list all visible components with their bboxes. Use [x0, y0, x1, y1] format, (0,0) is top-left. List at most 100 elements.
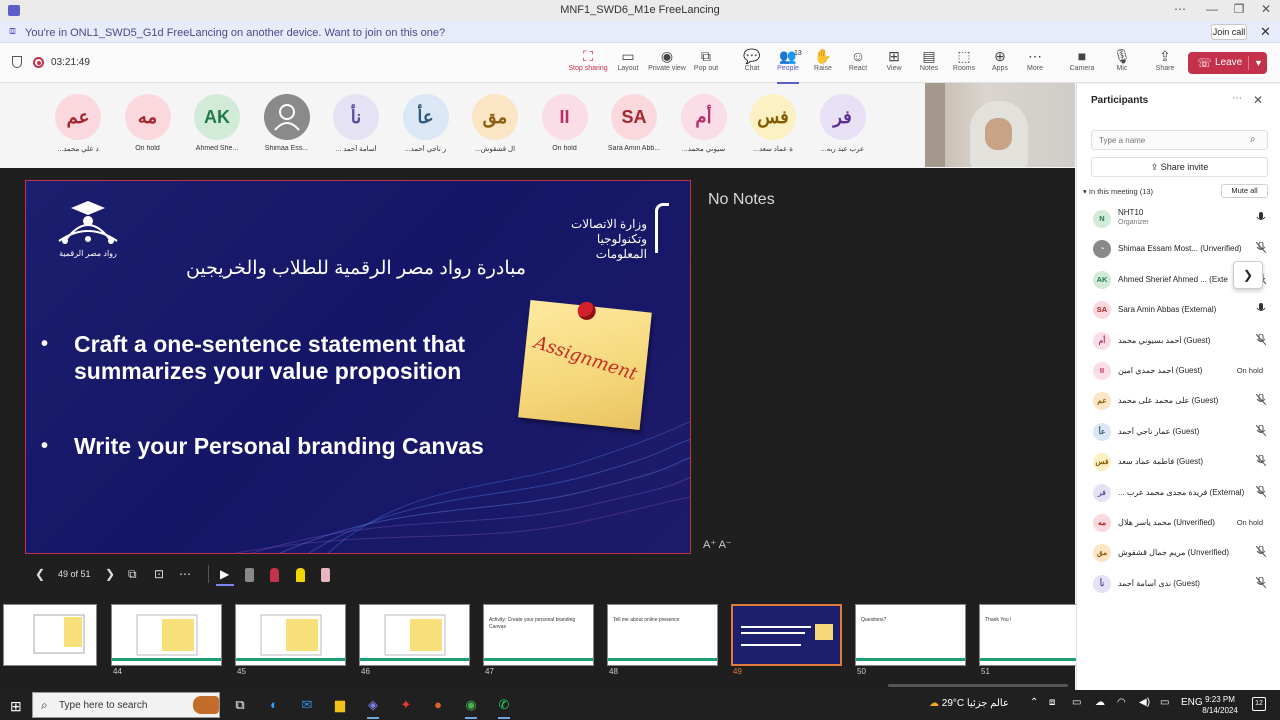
slide-thumbnail[interactable]	[235, 604, 346, 666]
grid-view-icon[interactable]: ⧉	[128, 567, 137, 582]
raise-button[interactable]: ✋ Raise	[804, 48, 842, 80]
layout-button[interactable]: ▭ Layout	[609, 48, 647, 80]
camera-button[interactable]: ■ Camera	[1063, 48, 1101, 80]
red-pen-tool-icon[interactable]	[270, 568, 279, 582]
slide-thumbnail[interactable]	[3, 604, 97, 666]
participant-tile[interactable]: مه On hold	[118, 94, 178, 164]
close-icon[interactable]: ✕	[1260, 24, 1271, 40]
thumbnail-scrollbar[interactable]	[888, 684, 1068, 687]
slide-thumbnail[interactable]: Questions?	[855, 604, 966, 666]
presenter-video[interactable]	[925, 83, 1075, 167]
participant-row[interactable]: مق مريم جمال قشقوش (Unverified)	[1091, 538, 1271, 566]
private-view-button[interactable]: ◉ Private view	[648, 48, 686, 80]
task-view-icon[interactable]: ⧉	[229, 696, 251, 714]
close-panel-icon[interactable]: ✕	[1253, 93, 1263, 107]
view-button[interactable]: ⊞ View	[875, 48, 913, 80]
floating-chevron-button[interactable]: ❯	[1233, 261, 1263, 289]
close-window-button[interactable]: ✕	[1256, 2, 1276, 16]
mic-off-icon[interactable]	[1255, 485, 1267, 499]
stop-sharing-button[interactable]: ⛶ Stop sharing	[568, 48, 607, 80]
share-button[interactable]: ⇪ Share	[1146, 48, 1184, 80]
participant-tile[interactable]: Shimaa Ess...	[257, 94, 317, 164]
whatsapp-icon[interactable]: ✆	[493, 696, 515, 719]
slide-thumbnail[interactable]	[731, 604, 842, 666]
mic-off-icon[interactable]	[1255, 576, 1267, 590]
participant-row[interactable]: فس فاطمة عماد سعد (Guest)	[1091, 447, 1271, 475]
notes-button[interactable]: ▤ Notes	[910, 48, 948, 80]
mic-off-icon[interactable]	[1255, 333, 1267, 347]
apps-button[interactable]: ⊕ Apps	[981, 48, 1019, 80]
participant-row[interactable]: أم أحمد بسيوني محمد (Guest)	[1091, 326, 1271, 354]
mute-all-button[interactable]: Mute all	[1221, 184, 1268, 198]
pen-tool-icon[interactable]	[245, 568, 254, 582]
participant-search-input[interactable]: Type a name ⌕	[1091, 130, 1268, 150]
chevron-down-icon[interactable]: ▼	[1254, 52, 1263, 74]
next-slide-icon[interactable]: ❯	[105, 567, 115, 581]
pop-out-button[interactable]: ⧉ Pop out	[687, 48, 725, 80]
weather-widget[interactable]: ☁ 29°C عالم جزئيا	[929, 698, 1009, 709]
participant-tile[interactable]: عم ...د علي محمد	[48, 94, 108, 164]
participant-tile[interactable]: AK Ahmed She...	[187, 94, 247, 164]
chat-button[interactable]: 💬 Chat	[733, 48, 771, 80]
chrome-icon[interactable]: ◉	[460, 696, 482, 719]
minimize-button[interactable]: —	[1202, 2, 1222, 16]
panel-more-icon[interactable]: ⋯	[1232, 93, 1242, 104]
acrobat-icon[interactable]: ✦	[395, 696, 417, 714]
network-icon[interactable]: ◠	[1117, 697, 1126, 708]
mic-off-icon[interactable]	[1255, 545, 1267, 559]
mic-off-icon[interactable]	[1255, 424, 1267, 438]
present-view-icon[interactable]: ⊡	[154, 567, 164, 581]
slide-thumbnail[interactable]: Thank You !	[979, 604, 1090, 666]
taskbar-search-input[interactable]: ⌕ Type here to search	[32, 692, 220, 718]
participant-row[interactable]: II احمد حمدي امين (Guest) On hold	[1091, 356, 1271, 384]
rooms-button[interactable]: ⬚ Rooms	[945, 48, 983, 80]
window-more-icon[interactable]: ⋯	[1170, 2, 1190, 16]
participant-tile[interactable]: مق ...ال قشقوش	[465, 94, 525, 164]
participant-tile[interactable]: أم ...سيوني محمد	[674, 94, 734, 164]
people-button[interactable]: 👥 13 People	[769, 48, 807, 84]
in-meeting-header[interactable]: ▾ In this meeting (13)	[1083, 187, 1153, 196]
tray-app-icon[interactable]: ⧈	[1049, 697, 1055, 708]
mic-off-icon[interactable]	[1255, 241, 1267, 255]
participant-tile[interactable]: نأ ... أسامة أحمد	[326, 94, 386, 164]
participant-row[interactable]: فر ... فريدة مجدى محمد عرب (External)	[1091, 478, 1271, 506]
notification-center-icon[interactable]: 12	[1252, 697, 1266, 711]
participant-tile[interactable]: فس ...ة عماد سعد	[743, 94, 803, 164]
pointer-tool-icon[interactable]: ▶	[220, 567, 229, 581]
participant-row[interactable]: ◔ Shimaa Essam Most... (Unverified)	[1091, 234, 1271, 262]
mic-icon[interactable]	[1256, 303, 1266, 316]
participant-tile[interactable]: فر ...عرب عبد ربه	[813, 94, 873, 164]
edge-icon[interactable]: ◐	[263, 696, 285, 714]
participant-tile[interactable]: عأ ...ر ناجي أحمد	[396, 94, 456, 164]
slide-thumbnail[interactable]	[111, 604, 222, 666]
file-explorer-icon[interactable]: ▆	[329, 696, 351, 714]
mic-icon[interactable]	[1256, 212, 1266, 225]
participant-row[interactable]: N NHT10 Organizer	[1091, 204, 1271, 232]
participant-tile[interactable]: II On hold	[535, 94, 595, 164]
participant-row[interactable]: مه محمد ياسر هلال (Unverified) On hold	[1091, 508, 1271, 536]
participant-row[interactable]: عم على محمد على محمد (Guest)	[1091, 386, 1271, 414]
slide-thumbnail[interactable]: Activity: Create your personal branding …	[483, 604, 594, 666]
react-button[interactable]: ☺ React	[839, 48, 877, 80]
volume-icon[interactable]: ◀)	[1139, 697, 1150, 708]
participant-tile[interactable]: SA Sara Amin Abb...	[604, 94, 664, 164]
meet-now-icon[interactable]: ▭	[1072, 697, 1081, 708]
more-options-icon[interactable]: ⋯	[179, 567, 191, 581]
notes-font-size-controls[interactable]: A⁺ A⁻	[703, 538, 732, 551]
participant-row[interactable]: نأ ندى أسامة أحمد (Guest)	[1091, 569, 1271, 597]
taskbar-clock[interactable]: 9:23 PM 8/14/2024	[1198, 694, 1242, 716]
slide-thumbnail[interactable]: Tell me about online presence	[607, 604, 718, 666]
leave-button[interactable]: ☏ Leave ▼	[1188, 52, 1267, 74]
mic-off-icon[interactable]	[1255, 454, 1267, 468]
previous-slide-icon[interactable]: ❮	[35, 567, 45, 581]
powerpoint-icon[interactable]: ●	[427, 696, 449, 714]
eraser-tool-icon[interactable]	[321, 568, 330, 582]
more-button[interactable]: ⋯ More	[1016, 48, 1054, 80]
highlighter-tool-icon[interactable]	[296, 568, 305, 582]
maximize-button[interactable]: ❐	[1229, 2, 1249, 16]
participant-row[interactable]: عأ عمار ناجي أحمد (Guest)	[1091, 417, 1271, 445]
start-button-icon[interactable]: ⊞	[10, 698, 22, 715]
battery-icon[interactable]: ▭	[1160, 697, 1169, 708]
join-call-button[interactable]: Join call	[1211, 24, 1247, 40]
mic-off-icon[interactable]	[1255, 393, 1267, 407]
